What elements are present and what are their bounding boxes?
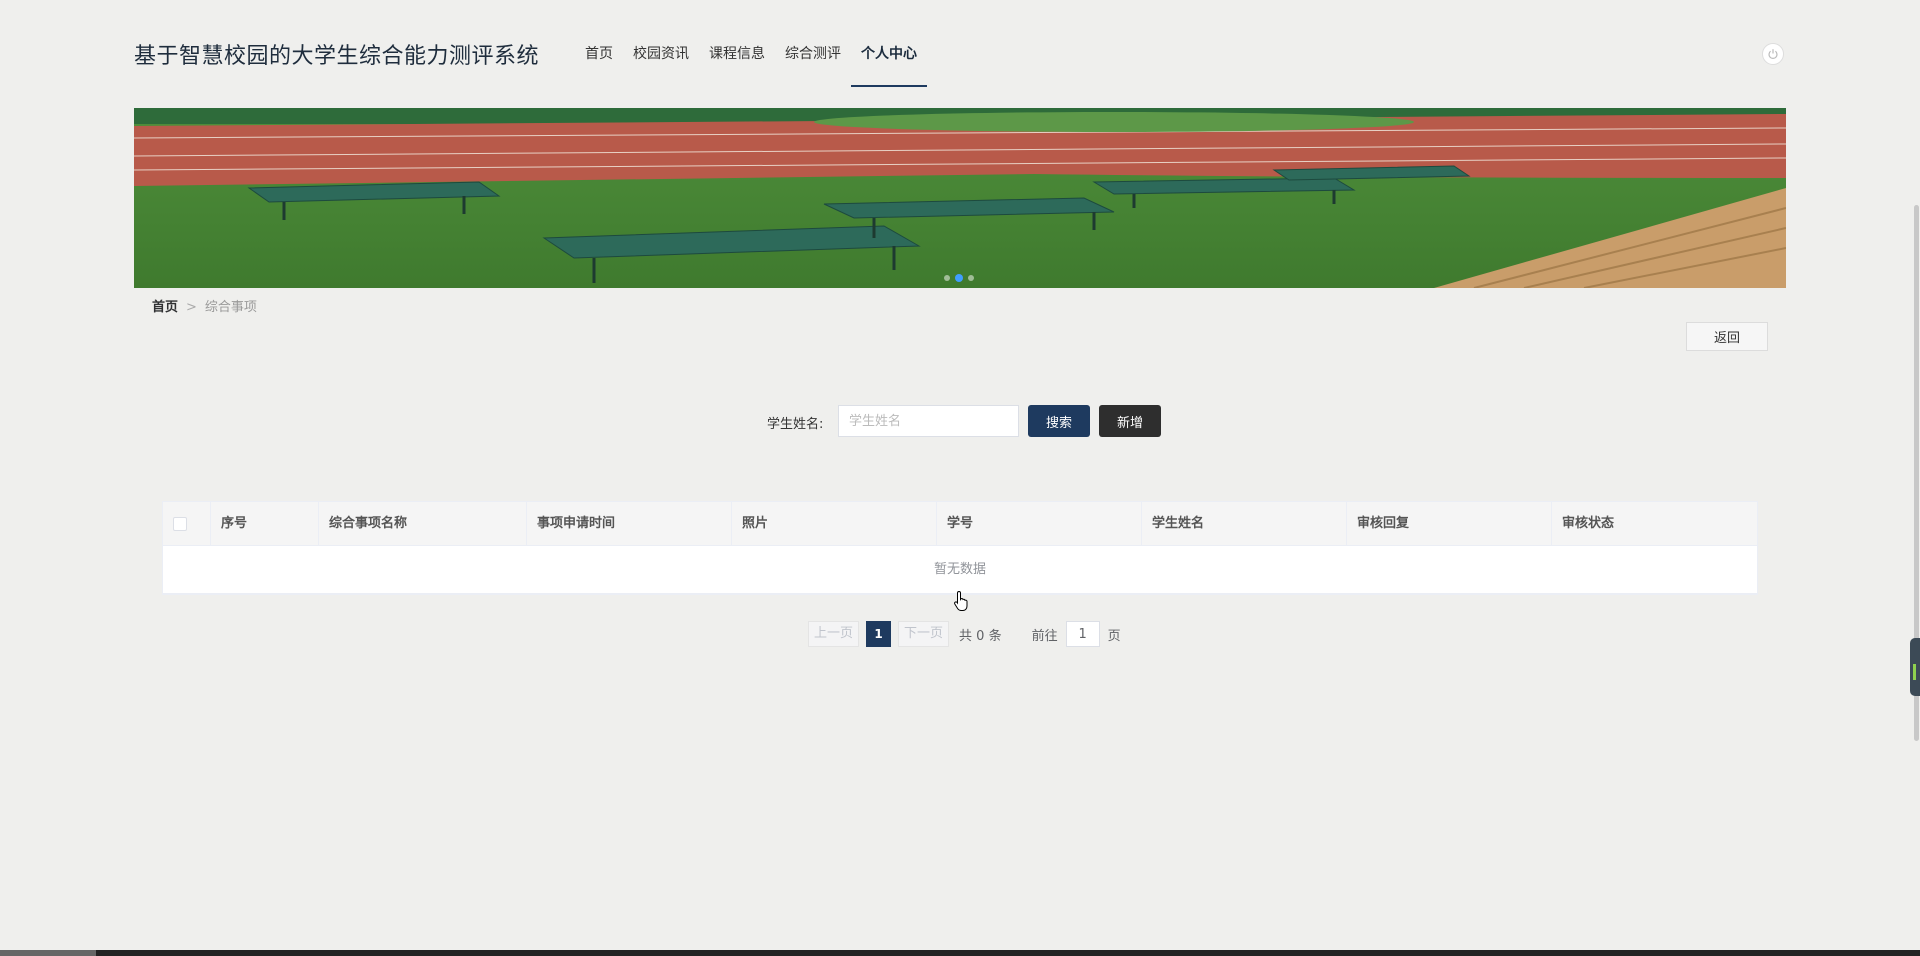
column-header[interactable]: 事项申请时间 xyxy=(527,502,732,546)
column-header[interactable]: 审核回复 xyxy=(1347,502,1552,546)
breadcrumb-home[interactable]: 首页 xyxy=(152,300,178,315)
column-header[interactable]: 综合事项名称 xyxy=(319,502,527,546)
column-header[interactable]: 审核状态 xyxy=(1552,502,1757,546)
student-name-label: 学生姓名: xyxy=(767,417,824,432)
select-all-checkbox[interactable] xyxy=(173,517,187,531)
breadcrumb: 首页 > 综合事项 xyxy=(152,296,257,315)
next-page-button[interactable]: 下一页 xyxy=(898,621,950,647)
add-button[interactable]: 新增 xyxy=(1099,405,1161,437)
breadcrumb-current: 综合事项 xyxy=(204,300,257,315)
nav-item-campus-news[interactable]: 校园资讯 xyxy=(623,0,699,88)
column-header[interactable]: 学生姓名 xyxy=(1142,502,1347,546)
carousel-indicators xyxy=(944,274,974,282)
nav-item-home[interactable]: 首页 xyxy=(575,0,623,88)
column-header[interactable]: 学号 xyxy=(937,502,1142,546)
total-count: 共 0 条 xyxy=(959,628,1002,644)
hand-pointer-icon xyxy=(953,590,971,616)
banner-image xyxy=(134,108,1786,288)
carousel-dot[interactable] xyxy=(944,275,950,281)
breadcrumb-separator: > xyxy=(186,300,197,315)
logout-button[interactable] xyxy=(1762,43,1784,65)
page-suffix-label: 页 xyxy=(1107,628,1121,644)
empty-message: 暂无数据 xyxy=(163,546,1757,594)
goto-label: 前往 xyxy=(1031,628,1058,644)
column-header[interactable]: 序号 xyxy=(211,502,319,546)
carousel-dot[interactable] xyxy=(968,275,974,281)
back-button[interactable]: 返回 xyxy=(1686,322,1768,351)
pagination: 上一页 1 下一页 共 0 条 前往 页 xyxy=(808,621,1121,647)
main-nav: 首页 校园资讯 课程信息 综合测评 个人中心 xyxy=(575,0,927,88)
bottom-edge-bar xyxy=(0,950,1920,956)
side-widget-tab[interactable] xyxy=(1910,638,1920,696)
carousel-dot-active[interactable] xyxy=(955,274,963,282)
nav-item-courses[interactable]: 课程信息 xyxy=(699,0,775,88)
page-jump-input[interactable] xyxy=(1065,621,1100,647)
data-table: 序号 综合事项名称 事项申请时间 照片 学号 学生姓名 审核回复 审核状态 暂无… xyxy=(162,501,1758,595)
student-name-input[interactable] xyxy=(838,405,1019,437)
search-button[interactable]: 搜索 xyxy=(1028,405,1090,437)
prev-page-button[interactable]: 上一页 xyxy=(808,621,860,647)
site-title: 基于智慧校园的大学生综合能力测评系统 xyxy=(134,44,540,69)
nav-item-personal-center[interactable]: 个人中心 xyxy=(851,0,927,88)
search-bar: 学生姓名: 搜索 新增 xyxy=(0,405,1920,437)
nav-item-evaluation[interactable]: 综合测评 xyxy=(775,0,851,88)
power-icon xyxy=(1767,45,1779,64)
column-header[interactable]: 照片 xyxy=(732,502,937,546)
table-header: 序号 综合事项名称 事项申请时间 照片 学号 学生姓名 审核回复 审核状态 xyxy=(163,502,1757,546)
top-header: 基于智慧校园的大学生综合能力测评系统 首页 校园资讯 课程信息 综合测评 个人中… xyxy=(0,0,1920,88)
banner-carousel[interactable] xyxy=(134,108,1786,288)
select-all-cell xyxy=(163,502,211,546)
page-number-current[interactable]: 1 xyxy=(866,621,892,647)
